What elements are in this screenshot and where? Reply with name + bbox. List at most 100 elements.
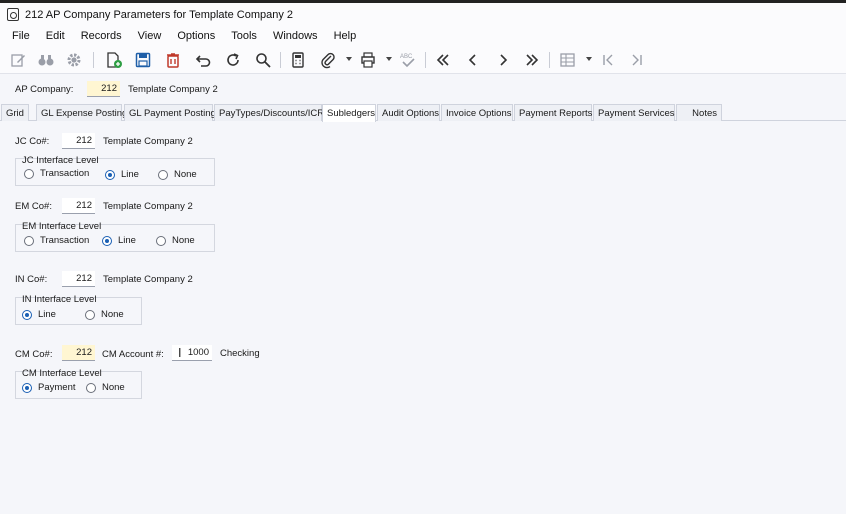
menu-windows[interactable]: Windows bbox=[267, 30, 324, 42]
print-icon[interactable] bbox=[358, 50, 378, 70]
em-radio-transaction[interactable]: Transaction bbox=[24, 235, 89, 246]
cm-account-label: CM Account #: bbox=[102, 349, 164, 360]
em-co-name: Template Company 2 bbox=[103, 201, 193, 212]
em-option-label: None bbox=[172, 235, 195, 246]
jc-co-label: JC Co#: bbox=[15, 136, 50, 147]
next-record-icon[interactable] bbox=[493, 50, 513, 70]
jc-option-label: None bbox=[174, 169, 197, 180]
jc-co-number-field[interactable]: 212 bbox=[62, 133, 95, 149]
tab-grid[interactable]: Grid bbox=[1, 104, 29, 121]
in-option-label: None bbox=[101, 309, 124, 320]
cm-option-label: None bbox=[102, 382, 125, 393]
toolbar-separator bbox=[93, 52, 94, 68]
jc-radio-none[interactable]: None bbox=[158, 169, 197, 180]
menu-edit[interactable]: Edit bbox=[40, 30, 71, 42]
ap-company-number-field[interactable]: 212 bbox=[87, 81, 120, 97]
text-cursor-icon: I bbox=[178, 346, 182, 360]
cm-radio-none[interactable]: None bbox=[86, 382, 125, 393]
spellcheck-icon[interactable]: ABC bbox=[398, 50, 418, 70]
menu-tools[interactable]: Tools bbox=[225, 30, 263, 42]
menu-records[interactable]: Records bbox=[75, 30, 128, 42]
tab-invoice-options[interactable]: Invoice Options bbox=[441, 104, 513, 121]
ap-company-label: AP Company: bbox=[15, 84, 74, 95]
tab-gl-expense-posting[interactable]: GL Expense Posting bbox=[36, 104, 127, 121]
menu-file[interactable]: File bbox=[6, 30, 36, 42]
grid-dropdown-icon[interactable] bbox=[586, 57, 592, 61]
cm-co-label: CM Co#: bbox=[15, 349, 53, 360]
em-co-number-field[interactable]: 212 bbox=[62, 198, 95, 214]
jc-radio-line[interactable]: Line bbox=[105, 169, 139, 180]
tab-payment-reports[interactable]: Payment Reports bbox=[514, 104, 592, 121]
cm-interface-level-title: CM Interface Level bbox=[22, 368, 102, 379]
edit-form-icon[interactable] bbox=[8, 50, 28, 70]
cm-co-number-field[interactable]: 212 bbox=[62, 345, 95, 361]
tab-notes[interactable]: Notes bbox=[676, 104, 722, 121]
em-interface-level-group: EM Interface Level Transaction Line None bbox=[15, 221, 215, 252]
delete-icon[interactable] bbox=[163, 50, 183, 70]
first-item-disabled-icon[interactable] bbox=[598, 50, 618, 70]
jc-option-label: Transaction bbox=[40, 168, 90, 179]
jc-interface-level-group: JC Interface Level Transaction Line None bbox=[15, 155, 215, 186]
last-item-disabled-icon[interactable] bbox=[627, 50, 647, 70]
in-interface-level-title: IN Interface Level bbox=[22, 294, 97, 305]
search-icon[interactable] bbox=[253, 50, 273, 70]
in-radio-line[interactable]: Line bbox=[22, 309, 56, 320]
company-header: AP Company: 212 Template Company 2 bbox=[0, 74, 846, 104]
jc-co-name: Template Company 2 bbox=[103, 136, 193, 147]
app-icon bbox=[7, 8, 19, 21]
radio-circle-icon bbox=[156, 235, 166, 246]
previous-record-icon[interactable] bbox=[463, 50, 483, 70]
em-option-label: Line bbox=[118, 235, 136, 246]
last-record-icon[interactable] bbox=[522, 50, 542, 70]
tab-gl-payment-posting[interactable]: GL Payment Posting bbox=[124, 104, 216, 121]
menu-help[interactable]: Help bbox=[328, 30, 363, 42]
radio-selected-icon bbox=[105, 169, 115, 180]
attach-dropdown-icon[interactable] bbox=[346, 57, 352, 61]
calculator-icon[interactable] bbox=[288, 50, 308, 70]
tab-payment-services[interactable]: Payment Services bbox=[593, 104, 675, 121]
first-record-icon[interactable] bbox=[433, 50, 453, 70]
tab-subledgers[interactable]: Subledgers bbox=[322, 104, 376, 122]
paperclip-icon[interactable] bbox=[318, 50, 338, 70]
cm-radio-payment[interactable]: Payment bbox=[22, 382, 76, 393]
menu-options[interactable]: Options bbox=[171, 30, 221, 42]
binoculars-icon[interactable] bbox=[36, 50, 56, 70]
save-icon[interactable] bbox=[133, 50, 153, 70]
toolbar-separator bbox=[549, 52, 550, 68]
radio-circle-icon bbox=[86, 382, 96, 393]
toolbar-separator bbox=[280, 52, 281, 68]
tab-paytypes[interactable]: PayTypes/Discounts/ICR bbox=[214, 104, 324, 121]
tab-audit-options[interactable]: Audit Options bbox=[377, 104, 440, 121]
in-co-label: IN Co#: bbox=[15, 274, 48, 285]
cm-option-label: Payment bbox=[38, 382, 76, 393]
radio-circle-icon bbox=[24, 235, 34, 246]
in-co-name: Template Company 2 bbox=[103, 274, 193, 285]
print-dropdown-icon[interactable] bbox=[386, 57, 392, 61]
menu-view[interactable]: View bbox=[132, 30, 168, 42]
refresh-icon[interactable] bbox=[223, 50, 243, 70]
radio-selected-icon bbox=[102, 235, 112, 246]
em-interface-level-title: EM Interface Level bbox=[22, 221, 102, 232]
undo-icon[interactable] bbox=[193, 50, 213, 70]
toolbar: ABC bbox=[0, 46, 846, 74]
radio-circle-icon bbox=[158, 169, 168, 180]
em-radio-line[interactable]: Line bbox=[102, 235, 136, 246]
grid-view-icon[interactable] bbox=[558, 50, 578, 70]
in-radio-none[interactable]: None bbox=[85, 309, 124, 320]
gear-icon[interactable] bbox=[64, 50, 84, 70]
jc-option-label: Line bbox=[121, 169, 139, 180]
em-co-label: EM Co#: bbox=[15, 201, 52, 212]
ap-company-name: Template Company 2 bbox=[128, 84, 218, 95]
jc-radio-transaction[interactable]: Transaction bbox=[24, 168, 89, 179]
cm-interface-level-group: CM Interface Level Payment None bbox=[15, 368, 142, 399]
jc-interface-level-title: JC Interface Level bbox=[22, 155, 99, 166]
new-record-icon[interactable] bbox=[104, 50, 124, 70]
radio-circle-icon bbox=[85, 309, 95, 320]
window-title: 212 AP Company Parameters for Template C… bbox=[25, 8, 294, 21]
radio-selected-icon bbox=[22, 309, 32, 320]
in-co-number-field[interactable]: 212 bbox=[62, 271, 95, 287]
menu-bar: File Edit Records View Options Tools Win… bbox=[0, 26, 846, 46]
em-radio-none[interactable]: None bbox=[156, 235, 195, 246]
in-option-label: Line bbox=[38, 309, 56, 320]
radio-selected-icon bbox=[22, 382, 32, 393]
